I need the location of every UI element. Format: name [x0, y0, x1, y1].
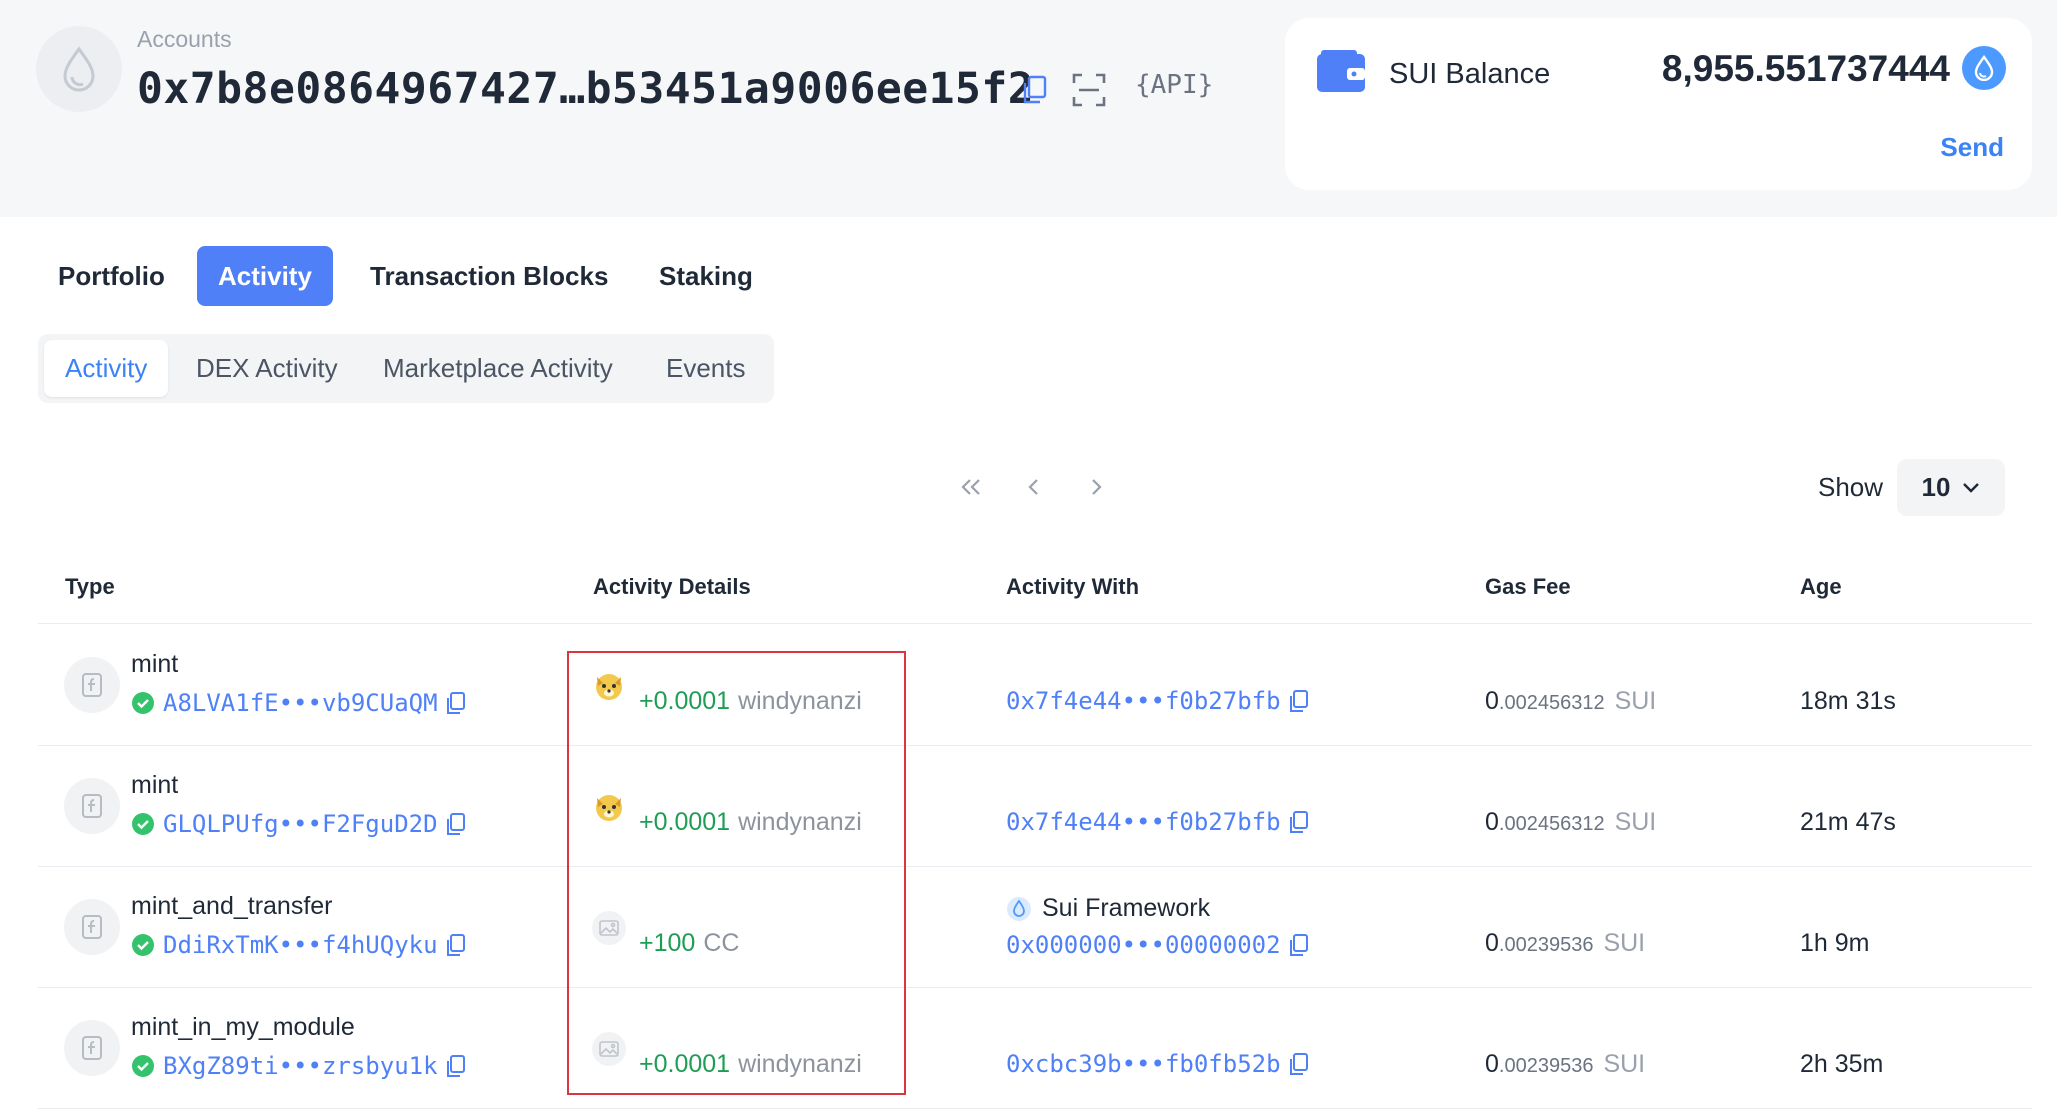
- copy-icon[interactable]: [1289, 933, 1309, 957]
- table-row: mint_in_my_module BXgZ89ti•••zrsbyu1k +0…: [0, 987, 2057, 1108]
- function-name: mint: [131, 650, 179, 678]
- page-size-value: 10: [1921, 472, 1951, 502]
- header-age: Age: [1800, 574, 1842, 599]
- activity-with: 0x7f4e44•••f0b27bfb: [1006, 808, 1309, 836]
- counterparty-address-link[interactable]: 0x000000•••00000002: [1006, 931, 1281, 959]
- copy-icon[interactable]: [446, 933, 466, 957]
- age: 18m 31s: [1800, 687, 1896, 715]
- tx-digest-line: A8LVA1fE•••vb9CUaQM: [131, 689, 466, 717]
- tx-digest-link[interactable]: A8LVA1fE•••vb9CUaQM: [163, 689, 438, 717]
- copy-icon[interactable]: [1289, 810, 1309, 834]
- package-name: Sui Framework: [1042, 894, 1211, 922]
- gas-integer: 0: [1485, 687, 1499, 715]
- header-gas-fee: Gas Fee: [1485, 574, 1571, 599]
- show-label: Show: [1818, 472, 1884, 502]
- gas-fee: 0.002456312 SUI: [1485, 808, 1656, 837]
- balance-card: SUI Balance 8,955.551737444 Send: [1285, 18, 2032, 190]
- tx-digest-link[interactable]: DdiRxTmK•••f4hUQyku: [163, 931, 438, 959]
- counterparty-address-link[interactable]: 0x7f4e44•••f0b27bfb: [1006, 687, 1281, 715]
- first-page-icon[interactable]: [954, 470, 988, 504]
- tx-digest-link[interactable]: BXgZ89ti•••zrsbyu1k: [163, 1052, 438, 1080]
- gas-integer: 0: [1485, 929, 1499, 957]
- copy-icon[interactable]: [446, 691, 466, 715]
- success-check-icon: [132, 692, 154, 714]
- gas-fraction: .00239536: [1498, 1055, 1594, 1077]
- copy-address-icon[interactable]: [1020, 70, 1050, 110]
- copy-icon[interactable]: [446, 1054, 466, 1078]
- function-name: mint: [131, 771, 179, 799]
- function-name: mint_in_my_module: [131, 1013, 355, 1041]
- tab-staking[interactable]: Staking: [638, 246, 774, 306]
- highlight-annotation-box: [567, 651, 906, 1095]
- success-check-icon: [132, 934, 154, 956]
- function-icon: [64, 1020, 120, 1076]
- api-button[interactable]: {API}: [1135, 70, 1213, 100]
- gas-fee: 0.002456312 SUI: [1485, 687, 1656, 716]
- gas-integer: 0: [1485, 1050, 1499, 1078]
- qr-scan-icon[interactable]: [1068, 70, 1110, 110]
- sui-framework-icon: [1007, 896, 1031, 921]
- header-activity-details: Activity Details: [593, 574, 751, 599]
- function-icon: [64, 778, 120, 834]
- balance-value: 8,955.551737444: [1661, 48, 1950, 89]
- age: 21m 47s: [1800, 808, 1896, 836]
- gas-fraction: .002456312: [1498, 692, 1605, 714]
- tx-digest-link[interactable]: GLQLPUfg•••F2FguD2D: [163, 810, 438, 838]
- activity-with: 0x000000•••00000002: [1006, 931, 1309, 959]
- counterparty-package: Sui Framework: [1006, 894, 1210, 923]
- page-size-select[interactable]: 10: [1897, 459, 2005, 516]
- tx-digest-line: BXgZ89ti•••zrsbyu1k: [131, 1052, 466, 1080]
- tab-portfolio[interactable]: Portfolio: [37, 246, 186, 306]
- copy-icon[interactable]: [1289, 1052, 1309, 1076]
- copy-icon[interactable]: [1289, 689, 1309, 713]
- gas-unit: SUI: [1603, 1050, 1646, 1078]
- subtab-marketplace-activity[interactable]: Marketplace Activity: [383, 340, 613, 397]
- next-page-icon[interactable]: [1079, 470, 1113, 504]
- subtab-activity[interactable]: Activity: [44, 340, 169, 397]
- chevron-down-icon: [1963, 482, 1980, 493]
- subtab-events[interactable]: Events: [666, 340, 746, 397]
- wallet-icon: [1317, 50, 1367, 99]
- sui-coin-icon: [1962, 46, 2006, 90]
- subtab-dex-activity[interactable]: DEX Activity: [196, 340, 338, 397]
- gas-fraction: .002456312: [1498, 813, 1605, 835]
- accounts-label: Accounts: [137, 26, 232, 52]
- send-button[interactable]: Send: [1940, 132, 2004, 163]
- account-address: 0x7b8e0864967427…b53451a9006ee15f2: [137, 64, 1035, 114]
- age: 1h 9m: [1800, 929, 1870, 957]
- sui-drop-icon: [63, 46, 95, 92]
- gas-fee: 0.00239536 SUI: [1485, 929, 1645, 958]
- gas-unit: SUI: [1603, 929, 1646, 957]
- counterparty-address-link[interactable]: 0xcbc39b•••fb0fb52b: [1006, 1050, 1281, 1078]
- function-name: mint_and_transfer: [131, 892, 333, 920]
- table-row: mint_and_transfer DdiRxTmK•••f4hUQyku +1…: [0, 866, 2057, 987]
- gas-unit: SUI: [1614, 808, 1657, 836]
- age: 2h 35m: [1800, 1050, 1884, 1078]
- function-icon: [64, 899, 120, 955]
- activity-with: 0x7f4e44•••f0b27bfb: [1006, 687, 1309, 715]
- table-row: mint GLQLPUfg•••F2FguD2D +0.0001 windynan…: [0, 745, 2057, 866]
- balance-label: SUI Balance: [1389, 58, 1551, 90]
- function-icon: [64, 657, 120, 713]
- copy-icon[interactable]: [446, 812, 466, 836]
- tx-digest-line: GLQLPUfg•••F2FguD2D: [131, 810, 466, 838]
- header-type: Type: [65, 574, 115, 599]
- table-row: mint A8LVA1fE•••vb9CUaQM +0.0001 windynan…: [0, 624, 2057, 745]
- success-check-icon: [132, 1055, 154, 1077]
- sui-logo-avatar: [36, 26, 122, 112]
- subtab-bar: Activity DEX Activity Marketplace Activi…: [38, 334, 774, 403]
- prev-page-icon[interactable]: [1017, 470, 1051, 504]
- counterparty-address-link[interactable]: 0x7f4e44•••f0b27bfb: [1006, 808, 1281, 836]
- tab-transaction-blocks[interactable]: Transaction Blocks: [349, 246, 629, 306]
- activity-with: 0xcbc39b•••fb0fb52b: [1006, 1050, 1309, 1078]
- tx-digest-line: DdiRxTmK•••f4hUQyku: [131, 931, 466, 959]
- gas-integer: 0: [1485, 808, 1499, 836]
- gas-fraction: .00239536: [1498, 934, 1594, 956]
- account-header: Accounts 0x7b8e0864967427…b53451a9006ee1…: [0, 0, 2057, 217]
- header-activity-with: Activity With: [1006, 574, 1140, 599]
- gas-unit: SUI: [1614, 687, 1657, 715]
- success-check-icon: [132, 813, 154, 835]
- tab-activity[interactable]: Activity: [197, 246, 333, 306]
- gas-fee: 0.00239536 SUI: [1485, 1050, 1645, 1079]
